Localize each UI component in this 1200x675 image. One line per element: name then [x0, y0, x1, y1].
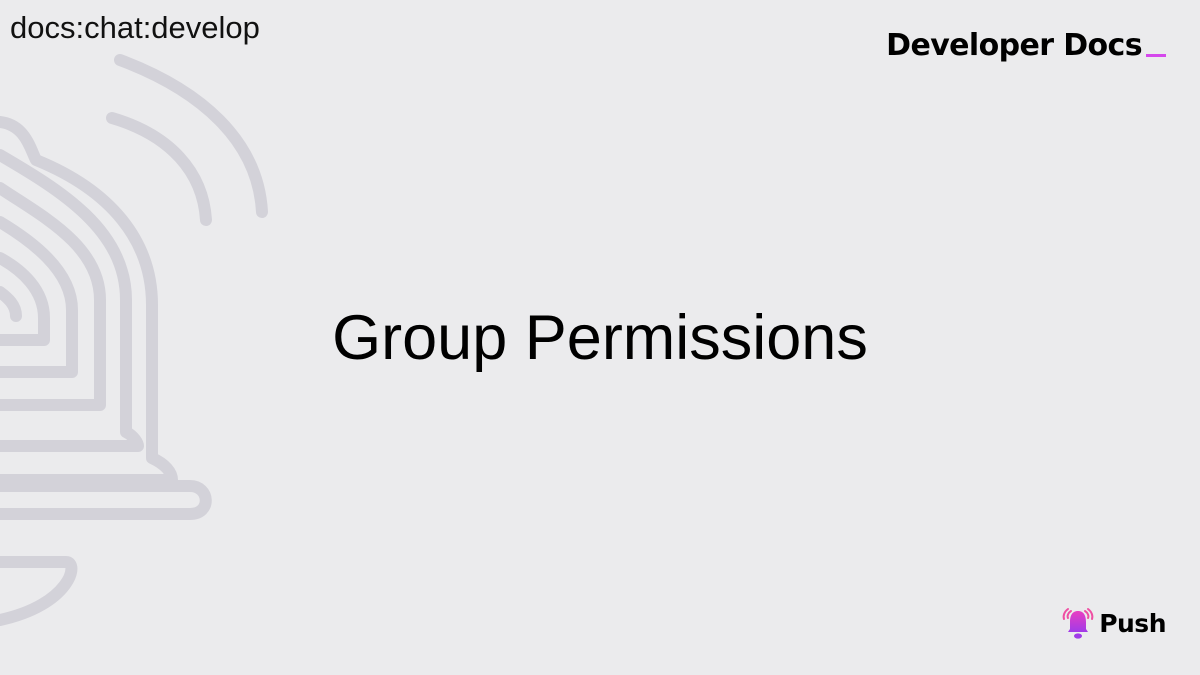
context-tag-label: docs:chat:develop [10, 10, 260, 45]
page-title: Group Permissions [332, 303, 868, 373]
brand-header: Developer Docs [886, 28, 1166, 63]
push-logo: Push [1061, 605, 1166, 641]
cursor-underscore-icon [1146, 54, 1166, 57]
push-logo-text: Push [1099, 608, 1166, 638]
bell-icon [1062, 608, 1094, 639]
brand-title: Developer Docs [886, 28, 1142, 63]
